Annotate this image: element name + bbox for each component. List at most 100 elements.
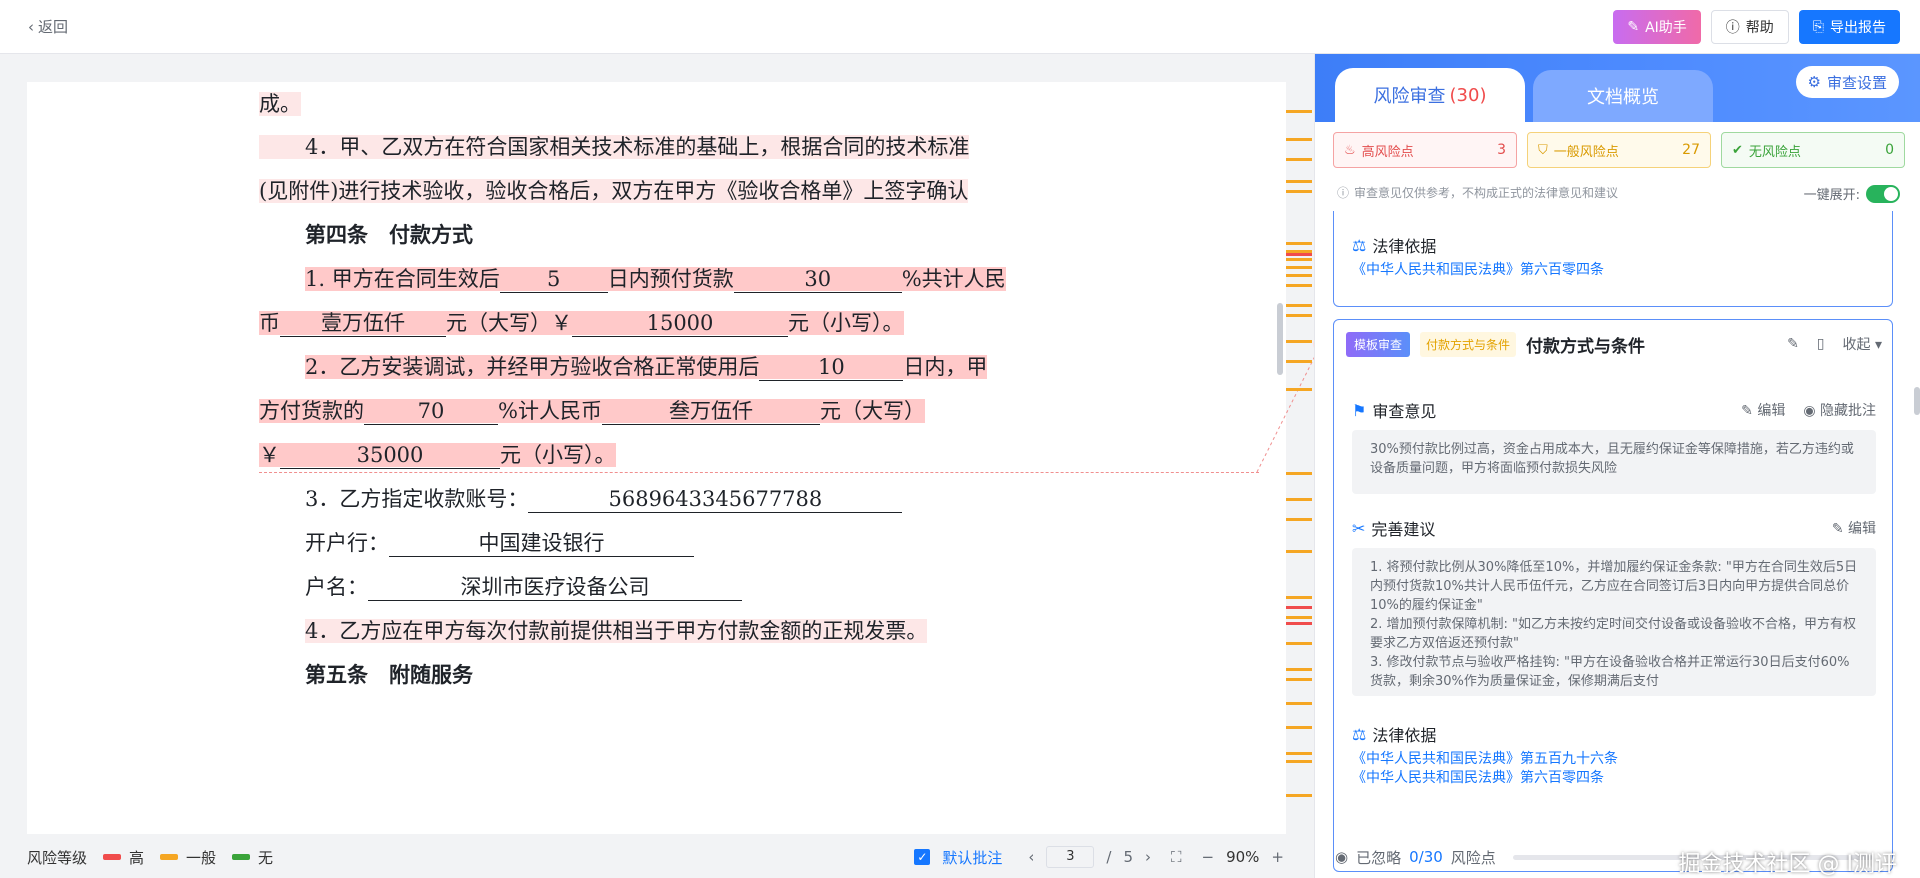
minimap-mark[interactable] — [1286, 190, 1312, 193]
minimap-mark[interactable] — [1286, 596, 1312, 599]
zoom-out-button[interactable]: − — [1202, 848, 1215, 866]
legend-none: 无 — [258, 848, 274, 867]
minimap-mark[interactable] — [1286, 550, 1312, 553]
minimap-mark[interactable] — [1286, 284, 1312, 287]
help-label: 帮助 — [1745, 20, 1774, 36]
filter-mid-count: 27 — [1682, 142, 1700, 158]
document-viewer[interactable]: 成。 4．甲、乙双方在符合国家相关技术标准的基础上，根据合同的技术标准 (见附件… — [27, 82, 1286, 834]
panel-scrollbar[interactable] — [1914, 387, 1920, 415]
minimap-mark[interactable] — [1286, 340, 1312, 343]
minimap-mark[interactable] — [1286, 304, 1312, 307]
filter-no-risk[interactable]: ✔ 无风险点 0 — [1721, 132, 1905, 168]
scale-icon: ⚖ — [1352, 724, 1367, 744]
risk-minimap[interactable] — [1286, 82, 1312, 834]
minimap-mark-high[interactable] — [1286, 253, 1312, 256]
collapse-button[interactable]: 收起 ▾ — [1843, 334, 1882, 354]
disclaimer-text: 审查意见仅供参考，不构成正式的法律意见和建议 — [1354, 186, 1619, 200]
minimap-mark[interactable] — [1286, 472, 1312, 475]
chevron-left-icon[interactable]: ‹ — [1028, 848, 1034, 866]
hide-annot-button[interactable]: ◉ 隐藏批注 — [1803, 400, 1876, 420]
ignored-count[interactable]: 0/30 — [1409, 848, 1443, 866]
suggest-box: 1. 将预付款比例从30%降低至10%，并增加履约保证金条款: "甲方在合同生效… — [1352, 548, 1876, 696]
minimap-mark[interactable] — [1286, 314, 1312, 317]
risk-highlight[interactable]: 1. 甲方在合同生效后 5 日内预付货款 30 %共计人民 — [305, 267, 1006, 293]
minimap-mark[interactable] — [1286, 702, 1312, 705]
tab-doc-overview[interactable]: 文档概览 — [1533, 70, 1713, 122]
tab-risk-review[interactable]: 风险审查 (30) — [1335, 68, 1525, 122]
edit-icon[interactable]: ✎ — [1787, 336, 1799, 352]
law-link[interactable]: 《中华人民共和国民法典》第五百九十六条 — [1352, 750, 1618, 769]
risk-highlight[interactable]: 币壹万伍仟 元（大写）￥ 15000 元（小写）。 — [259, 311, 904, 337]
minimap-mark-high[interactable] — [1286, 606, 1312, 609]
default-annot-label[interactable]: 默认批注 — [942, 847, 1002, 868]
minimap-mark[interactable] — [1286, 360, 1312, 363]
minimap-mark[interactable] — [1286, 258, 1312, 261]
section-heading: 第四条 付款方式 — [305, 222, 473, 247]
expand-all-toggle[interactable] — [1866, 184, 1900, 203]
minimap-mark[interactable] — [1286, 180, 1312, 183]
minimap-mark[interactable] — [1286, 158, 1312, 161]
minimap-mark[interactable] — [1286, 616, 1312, 619]
filter-none-count: 0 — [1885, 142, 1894, 158]
page-input[interactable]: 3 — [1046, 846, 1095, 868]
minimap-mark[interactable] — [1286, 498, 1312, 501]
minimap-mark[interactable] — [1286, 274, 1312, 277]
minimap-mark[interactable] — [1286, 642, 1312, 645]
zoom-in-button[interactable]: + — [1271, 848, 1284, 866]
doc-text: 1. 甲方在合同生效后 — [305, 267, 500, 291]
chevron-right-icon[interactable]: › — [1145, 848, 1151, 866]
minimap-mark[interactable] — [1286, 242, 1312, 245]
back-button[interactable]: ‹ 返回 — [28, 16, 68, 37]
fullscreen-icon[interactable]: ⛶ — [1171, 848, 1182, 866]
law-link[interactable]: 《中华人民共和国民法典》第六百零四条 — [1352, 769, 1604, 788]
watermark: 掘金技术社区 @ I测评 — [1678, 852, 1897, 877]
tools-icon: ✂ — [1352, 518, 1366, 538]
edit-opinion-button[interactable]: ✎ 编辑 — [1741, 400, 1785, 420]
opinion-icon: ⚑ — [1352, 400, 1367, 420]
suggestion-item: 3. 修改付款节点与验收严格挂钩: "甲方在设备验收合格并正常运行30日后支付6… — [1370, 655, 1850, 689]
suggest-actions: ✎ 编辑 — [1832, 518, 1876, 538]
risk-legend: 风险等级 高 一般 无 — [27, 847, 273, 868]
risk-card: 模板审查 付款方式与条件 付款方式与条件 ✎ ▯ 收起 ▾ ⚑ 审查意见 ✎ 编… — [1333, 319, 1893, 872]
document-scrollbar[interactable] — [1277, 303, 1283, 375]
filter-high-risk[interactable]: ♨ 高风险点 3 — [1333, 132, 1517, 168]
minimap-mark[interactable] — [1286, 110, 1312, 113]
ai-assistant-button[interactable]: ✎ AI助手 — [1613, 10, 1701, 44]
document-icon[interactable]: ▯ — [1817, 336, 1825, 352]
ignored-suffix: 风险点 — [1450, 848, 1496, 867]
minimap-mark-high[interactable] — [1286, 622, 1312, 625]
minimap-mark[interactable] — [1286, 752, 1312, 755]
minimap-mark[interactable] — [1286, 668, 1312, 671]
minimap-mark[interactable] — [1286, 794, 1312, 797]
edit-label: 编辑 — [1757, 403, 1786, 419]
magic-wand-icon: ✎ — [1627, 19, 1640, 35]
risk-filter-row: ♨ 高风险点 3 ⛉ 一般风险点 27 ✔ 无风险点 0 — [1333, 132, 1905, 168]
risk-highlight[interactable]: ￥ 35000 元（小写）。 — [259, 442, 616, 469]
minimap-mark[interactable] — [1286, 518, 1312, 521]
ignored-prefix: 已忽略 — [1356, 848, 1402, 867]
minimap-mark[interactable] — [1286, 678, 1312, 681]
risk-highlight[interactable]: 方付货款的 70 %计人民币 叁万伍仟 元（大写） — [259, 399, 925, 425]
export-label: 导出报告 — [1830, 20, 1886, 36]
law-link[interactable]: 《中华人民共和国民法典》第六百零四条 — [1352, 261, 1604, 280]
edit-suggest-button[interactable]: ✎ 编辑 — [1832, 518, 1876, 538]
doc-blank: 35000 — [280, 442, 500, 469]
expand-all-label: 一键展开: — [1803, 188, 1860, 203]
risk-highlight[interactable]: 2．乙方安装调试，并经甲方验收合格正常使用后 10 日内，甲 — [305, 355, 988, 381]
minimap-mark[interactable] — [1286, 266, 1312, 269]
expand-all: 一键展开: — [1804, 184, 1900, 203]
review-settings-button[interactable]: ⚙ 审查设置 — [1795, 66, 1899, 98]
legend-swatch-none — [232, 854, 251, 860]
export-report-button[interactable]: ⎘ 导出报告 — [1798, 10, 1900, 44]
legend-swatch-mid — [160, 854, 179, 860]
minimap-mark[interactable] — [1286, 138, 1312, 141]
panel-footer: ◉ 已忽略 0/30 风险点 掘金技术社区 @ I测评 — [1315, 836, 1920, 878]
help-button[interactable]: ⓘ 帮助 — [1710, 10, 1789, 44]
minimap-mark[interactable] — [1286, 726, 1312, 729]
minimap-mark[interactable] — [1286, 760, 1312, 763]
default-annot-checkbox[interactable]: ✓ — [914, 849, 931, 865]
minimap-mark[interactable] — [1286, 388, 1312, 391]
annotation-connector — [259, 472, 1259, 473]
tab-risk-review-count: (30) — [1449, 84, 1487, 106]
filter-mid-risk[interactable]: ⛉ 一般风险点 27 — [1527, 132, 1711, 168]
